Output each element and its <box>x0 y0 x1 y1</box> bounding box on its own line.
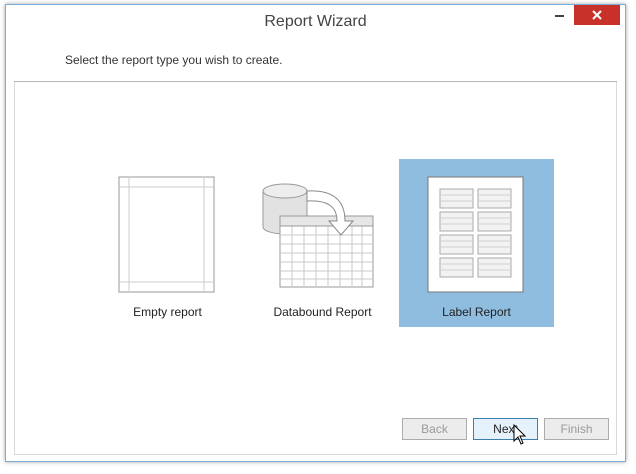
close-icon <box>592 10 602 20</box>
report-type-label: Label Report <box>442 305 511 319</box>
close-button[interactable] <box>574 5 620 25</box>
minimize-icon <box>555 15 564 17</box>
report-wizard-window: Report Wizard Select the report type you… <box>5 4 626 462</box>
instruction-text: Select the report type you wish to creat… <box>65 53 283 67</box>
report-type-label-report[interactable]: Label Report <box>399 159 554 327</box>
report-type-databound[interactable]: Databound Report <box>245 159 400 327</box>
header-panel: Select the report type you wish to creat… <box>14 39 617 82</box>
databound-report-icon <box>262 183 374 288</box>
report-type-label: Empty report <box>133 305 202 319</box>
label-report-icon <box>427 176 524 293</box>
report-type-label: Databound Report <box>273 305 372 319</box>
report-type-panel: Empty report Databound Report Label Repo… <box>14 82 617 455</box>
next-button[interactable]: Next <box>473 418 538 440</box>
back-button[interactable]: Back <box>402 418 467 440</box>
finish-button[interactable]: Finish <box>544 418 609 440</box>
title-bar: Report Wizard <box>6 5 625 39</box>
report-type-empty[interactable]: Empty report <box>90 159 245 327</box>
window-title: Report Wizard <box>264 13 367 30</box>
minimize-button[interactable] <box>550 5 572 25</box>
empty-report-icon <box>118 176 215 293</box>
mouse-cursor-icon <box>513 424 527 445</box>
